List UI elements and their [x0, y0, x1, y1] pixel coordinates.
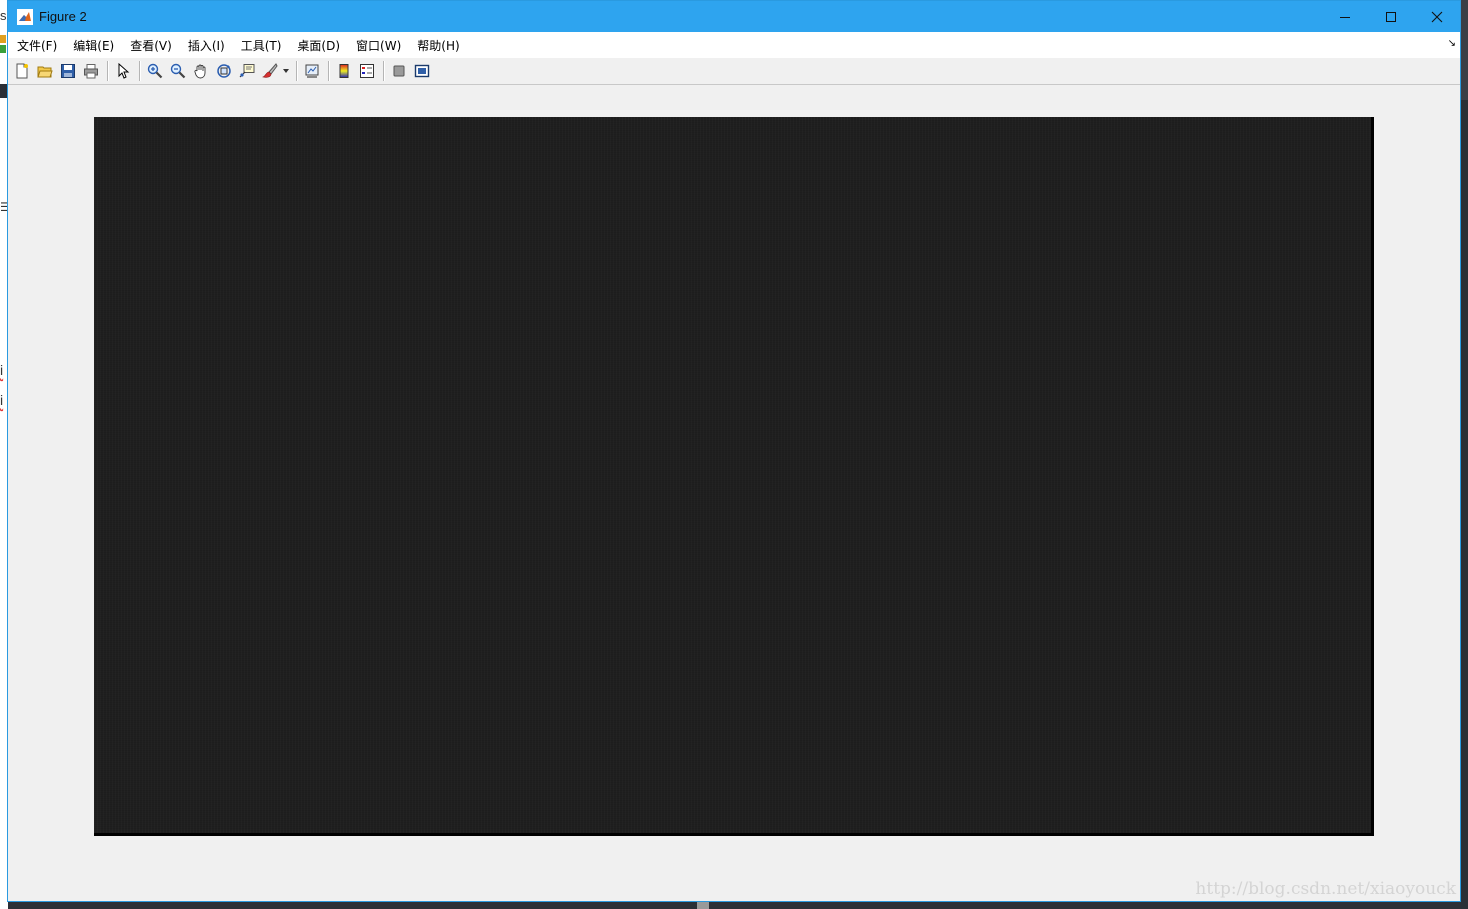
new-figure-icon [16, 63, 28, 79]
matlab-icon [17, 8, 33, 25]
undock-arrow-icon[interactable]: ↘ [1448, 38, 1456, 49]
background-text-fragment: i [0, 362, 4, 378]
pan-hand-icon [194, 64, 206, 79]
colorbar-button[interactable] [333, 60, 355, 82]
zoom-in-button[interactable] [144, 60, 166, 82]
menu-desktop[interactable]: 桌面(D) [289, 37, 348, 54]
background-icon-fragment [0, 45, 6, 53]
zoom-out-button[interactable] [167, 60, 189, 82]
print-button[interactable] [80, 60, 102, 82]
brush-icon [262, 63, 278, 78]
window-title: Figure 2 [39, 9, 87, 24]
watermark-text: http://blog.csdn.net/xiaoyouck [1195, 879, 1456, 899]
hide-plot-tools-button[interactable] [388, 60, 410, 82]
legend-button[interactable] [356, 60, 378, 82]
background-text-fragment: i [0, 392, 4, 408]
pan-button[interactable] [190, 60, 212, 82]
open-file-button[interactable] [34, 60, 56, 82]
hide-plot-tools-icon [393, 65, 405, 77]
link-plot-icon [305, 64, 319, 78]
print-icon [84, 64, 98, 79]
minimize-button[interactable] [1322, 1, 1368, 32]
figure-toolbar [8, 58, 1460, 85]
brush-button[interactable] [259, 60, 281, 82]
edit-plot-pointer-icon [118, 63, 130, 79]
show-plot-tools-button[interactable] [411, 60, 433, 82]
rotate-3d-button[interactable] [213, 60, 235, 82]
zoom-out-icon [170, 63, 186, 79]
save-button[interactable] [57, 60, 79, 82]
save-icon [61, 64, 75, 78]
rotate-3d-icon [217, 64, 231, 78]
maximize-button[interactable] [1368, 1, 1414, 32]
data-cursor-icon [239, 64, 255, 78]
menu-insert[interactable]: 插入(I) [180, 37, 233, 54]
toolbar-separator [107, 61, 108, 81]
minimize-icon [1340, 16, 1350, 18]
toolbar-separator [296, 61, 297, 81]
menu-bar: 文件(F) 编辑(E) 查看(V) 插入(I) 工具(T) 桌面(D) 窗口(W… [8, 32, 1460, 59]
menu-help[interactable]: 帮助(H) [409, 37, 467, 54]
menu-tools[interactable]: 工具(T) [233, 37, 290, 54]
colorbar-icon [339, 64, 349, 78]
close-icon [1431, 11, 1443, 22]
menu-view[interactable]: 查看(V) [122, 37, 180, 54]
background-scroll-handle [697, 902, 709, 909]
background-app-right-edge [1460, 0, 1468, 909]
edit-plot-button[interactable] [112, 60, 134, 82]
legend-icon [360, 64, 374, 78]
toolbar-separator [328, 61, 329, 81]
title-bar[interactable]: Figure 2 [8, 1, 1460, 32]
menu-edit[interactable]: 编辑(E) [65, 37, 122, 54]
show-plot-tools-icon [414, 64, 430, 78]
zoom-in-icon [147, 63, 163, 79]
background-icon-fragment [0, 35, 6, 43]
menu-file[interactable]: 文件(F) [9, 37, 65, 54]
menu-window[interactable]: 窗口(W) [348, 37, 409, 54]
open-file-icon [37, 66, 53, 78]
data-cursor-button[interactable] [236, 60, 258, 82]
maximize-icon [1386, 11, 1396, 22]
figure-image-axes[interactable] [94, 117, 1374, 836]
close-button[interactable] [1414, 1, 1460, 32]
toolbar-separator [139, 61, 140, 81]
background-text-fragment: s [0, 8, 7, 23]
toolbar-separator [383, 61, 384, 81]
link-plot-button[interactable] [301, 60, 323, 82]
brush-dropdown[interactable] [282, 60, 290, 82]
new-figure-button[interactable] [11, 60, 33, 82]
caret-down-icon [283, 69, 289, 73]
figure-window: Figure 2 文件(F) 编辑(E) 查看(V) 插入(I) 工具(T) 桌… [7, 0, 1461, 902]
